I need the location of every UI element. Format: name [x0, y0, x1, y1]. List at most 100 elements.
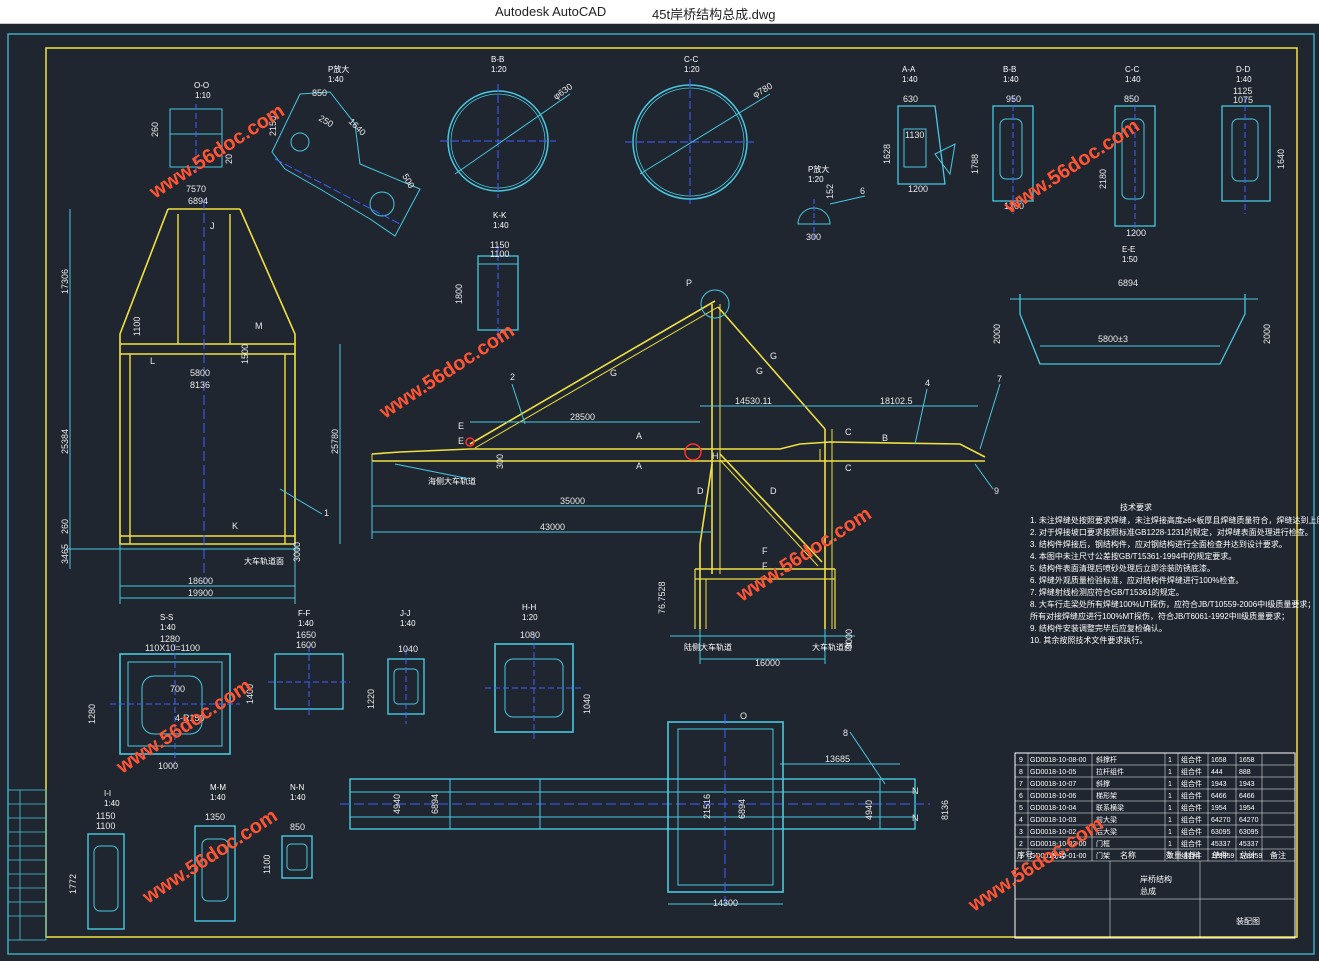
side-callout-1: 1	[324, 508, 329, 518]
bom-cell-qty: 1	[1168, 817, 1172, 824]
n-n-title: N-N	[290, 783, 304, 792]
bom-cell-mat: 组合件	[1181, 839, 1202, 848]
f-f-dim-1650: 1650	[296, 630, 316, 640]
side-dim-25384: 25384	[60, 429, 70, 454]
p-dim-850: 850	[312, 88, 327, 98]
bom-cell-mat: 组合件	[1181, 791, 1202, 800]
bom-cell-w2: 1658	[1239, 757, 1255, 764]
b-b-title: B-B	[491, 55, 504, 64]
tech-req-item-8: 8. 大车行走梁处所有焊缝100%UT探伤，应符合JB/T10559-2006中…	[1030, 599, 1315, 609]
h-h-scale: 1:20	[522, 613, 538, 622]
bom-cell-w1: 63095	[1211, 829, 1231, 836]
b2-dim-1788: 1788	[970, 154, 980, 174]
tech-req-item-2: 2. 对于焊接坡口要求按照标准GB1228-1231的规定，对焊缝表面处理进行检…	[1030, 527, 1313, 537]
main-dim-18102: 18102.5	[880, 396, 913, 406]
bom-cell-mat: 组合件	[1181, 815, 1202, 824]
bom-cell-qty: 1	[1168, 805, 1172, 812]
bom-cell-no: 3	[1019, 829, 1023, 836]
bom-cell-qty: 1	[1168, 781, 1172, 788]
bom-cell-code: GD0018-10-03	[1030, 817, 1076, 824]
main-dim-767528: 76.7528	[657, 581, 667, 614]
label-d-right: D	[770, 486, 777, 496]
bom-cell-no: 7	[1019, 781, 1023, 788]
c2-scale: 1:40	[1125, 75, 1141, 84]
bom-cell-name: 斜撑杆	[1096, 755, 1117, 764]
bom-cell-name: 门架	[1096, 851, 1110, 860]
main-callout-2: 2	[510, 372, 515, 382]
s-s-dim-1280-v: 1280	[87, 704, 97, 724]
bom-cell-name: 梯形架	[1096, 791, 1117, 800]
plan-dim-21516: 21516	[702, 794, 712, 819]
bom-cell-qty: 1	[1168, 841, 1172, 848]
bom-cell-qty: 1	[1168, 829, 1172, 836]
tech-req-item-5: 5. 结构件表面清理后喷砂处理后立即涂装防锈底漆。	[1030, 563, 1215, 573]
j-j-title: J-J	[400, 609, 411, 618]
label-g-lower: G	[756, 366, 763, 376]
i-i-dim-1150: 1150	[96, 811, 115, 821]
plan-dim-6894: 6894	[737, 799, 747, 819]
main-note-land-rail: 陆侧大车轨道	[684, 642, 732, 652]
label-h: H	[712, 451, 719, 461]
p-small-dim-152: 152	[825, 184, 835, 199]
bom-cell-code: GD0018-10-07	[1030, 781, 1076, 788]
drawing-canvas[interactable]: O-O 1:10 260 20 P放大 1:40 850 250 1640 21…	[0, 24, 1319, 961]
d-d-scale: 1:40	[1236, 75, 1252, 84]
s-s-title: S-S	[160, 613, 173, 622]
i-i-title: I-I	[104, 789, 111, 798]
c-c-scale: 1:20	[684, 65, 700, 74]
a-a-dim-1130: 1130	[905, 130, 924, 140]
tech-req-item-6: 6. 焊缝外观质量检验标准，应对结构件焊缝进行100%检查。	[1030, 575, 1243, 585]
bom-cell-w2: 64270	[1239, 817, 1259, 824]
plan-dim-13685: 13685	[825, 754, 850, 764]
b2-dim-950: 950	[1006, 94, 1021, 104]
bom-cell-w1: 64270	[1211, 817, 1231, 824]
label-f-upper: F	[762, 546, 768, 556]
c2-dim-1200: 1200	[1126, 228, 1146, 238]
plan-dim-6894-left: 6894	[430, 794, 440, 814]
bom-cell-name: 拉杆组件	[1096, 767, 1124, 776]
bom-cell-w1: 1943	[1211, 781, 1227, 788]
bom-header-total: 总计	[1240, 850, 1256, 860]
k-k-scale: 1:40	[493, 221, 509, 230]
section-o-o-scale: 1:10	[195, 91, 211, 100]
main-dim-28500: 28500	[570, 412, 595, 422]
i-i-dim-1100: 1100	[96, 821, 115, 831]
plan-label-o: O	[740, 711, 747, 721]
bom-cell-code: GD0018-10-04	[1030, 805, 1076, 812]
main-callout-4: 4	[925, 378, 930, 388]
bom-cell-w2: 45337	[1239, 841, 1259, 848]
bom-cell-w2: 1954	[1239, 805, 1255, 812]
s-s-dim-110x10: 110X10=1100	[145, 643, 200, 653]
side-label-m: M	[255, 321, 263, 331]
bom-cell-qty: 1	[1168, 757, 1172, 764]
j-j-scale: 1:40	[400, 619, 416, 628]
h-h-dim-1080: 1080	[520, 630, 540, 640]
bom-cell-w2: 63095	[1239, 829, 1259, 836]
title-block-part: 总成	[1140, 886, 1156, 896]
tech-req-item-1: 1. 未注焊缝处按照要求焊缝，未注焊接高度≥6×板厚且焊缝质量符合，焊缝达到上层…	[1030, 515, 1319, 525]
a-a-scale: 1:40	[902, 75, 918, 84]
c-c-title: C-C	[684, 55, 698, 64]
side-label-j: J	[210, 221, 215, 231]
side-dim-8136: 8136	[190, 380, 210, 390]
bom-cell-no: 6	[1019, 793, 1023, 800]
side-dim-7570: 7570	[186, 184, 206, 194]
label-a-lower: A	[636, 461, 642, 471]
m-m-scale: 1:40	[210, 793, 226, 802]
f-f-dim-1600: 1600	[296, 640, 316, 650]
p-small-dim-300: 300	[806, 232, 821, 242]
side-dim-260: 260	[60, 519, 70, 534]
e-e-dim-2000-right: 2000	[1262, 324, 1272, 344]
j-j-dim-1220: 1220	[366, 689, 376, 709]
side-dim-18600: 18600	[188, 576, 213, 586]
side-dim-3000: 3000	[292, 542, 302, 562]
n-n-dim-1100: 1100	[262, 855, 272, 874]
bom-cell-w2: 6466	[1239, 793, 1255, 800]
f-f-scale: 1:40	[298, 619, 314, 628]
bom-cell-mat: 组合件	[1181, 827, 1202, 836]
bom-cell-mat: 组合件	[1181, 803, 1202, 812]
label-b: B	[882, 433, 888, 443]
side-dim-5800: 5800	[190, 368, 210, 378]
bom-cell-mat: 组合件	[1181, 779, 1202, 788]
side-dim-1500: 1500	[240, 344, 250, 364]
